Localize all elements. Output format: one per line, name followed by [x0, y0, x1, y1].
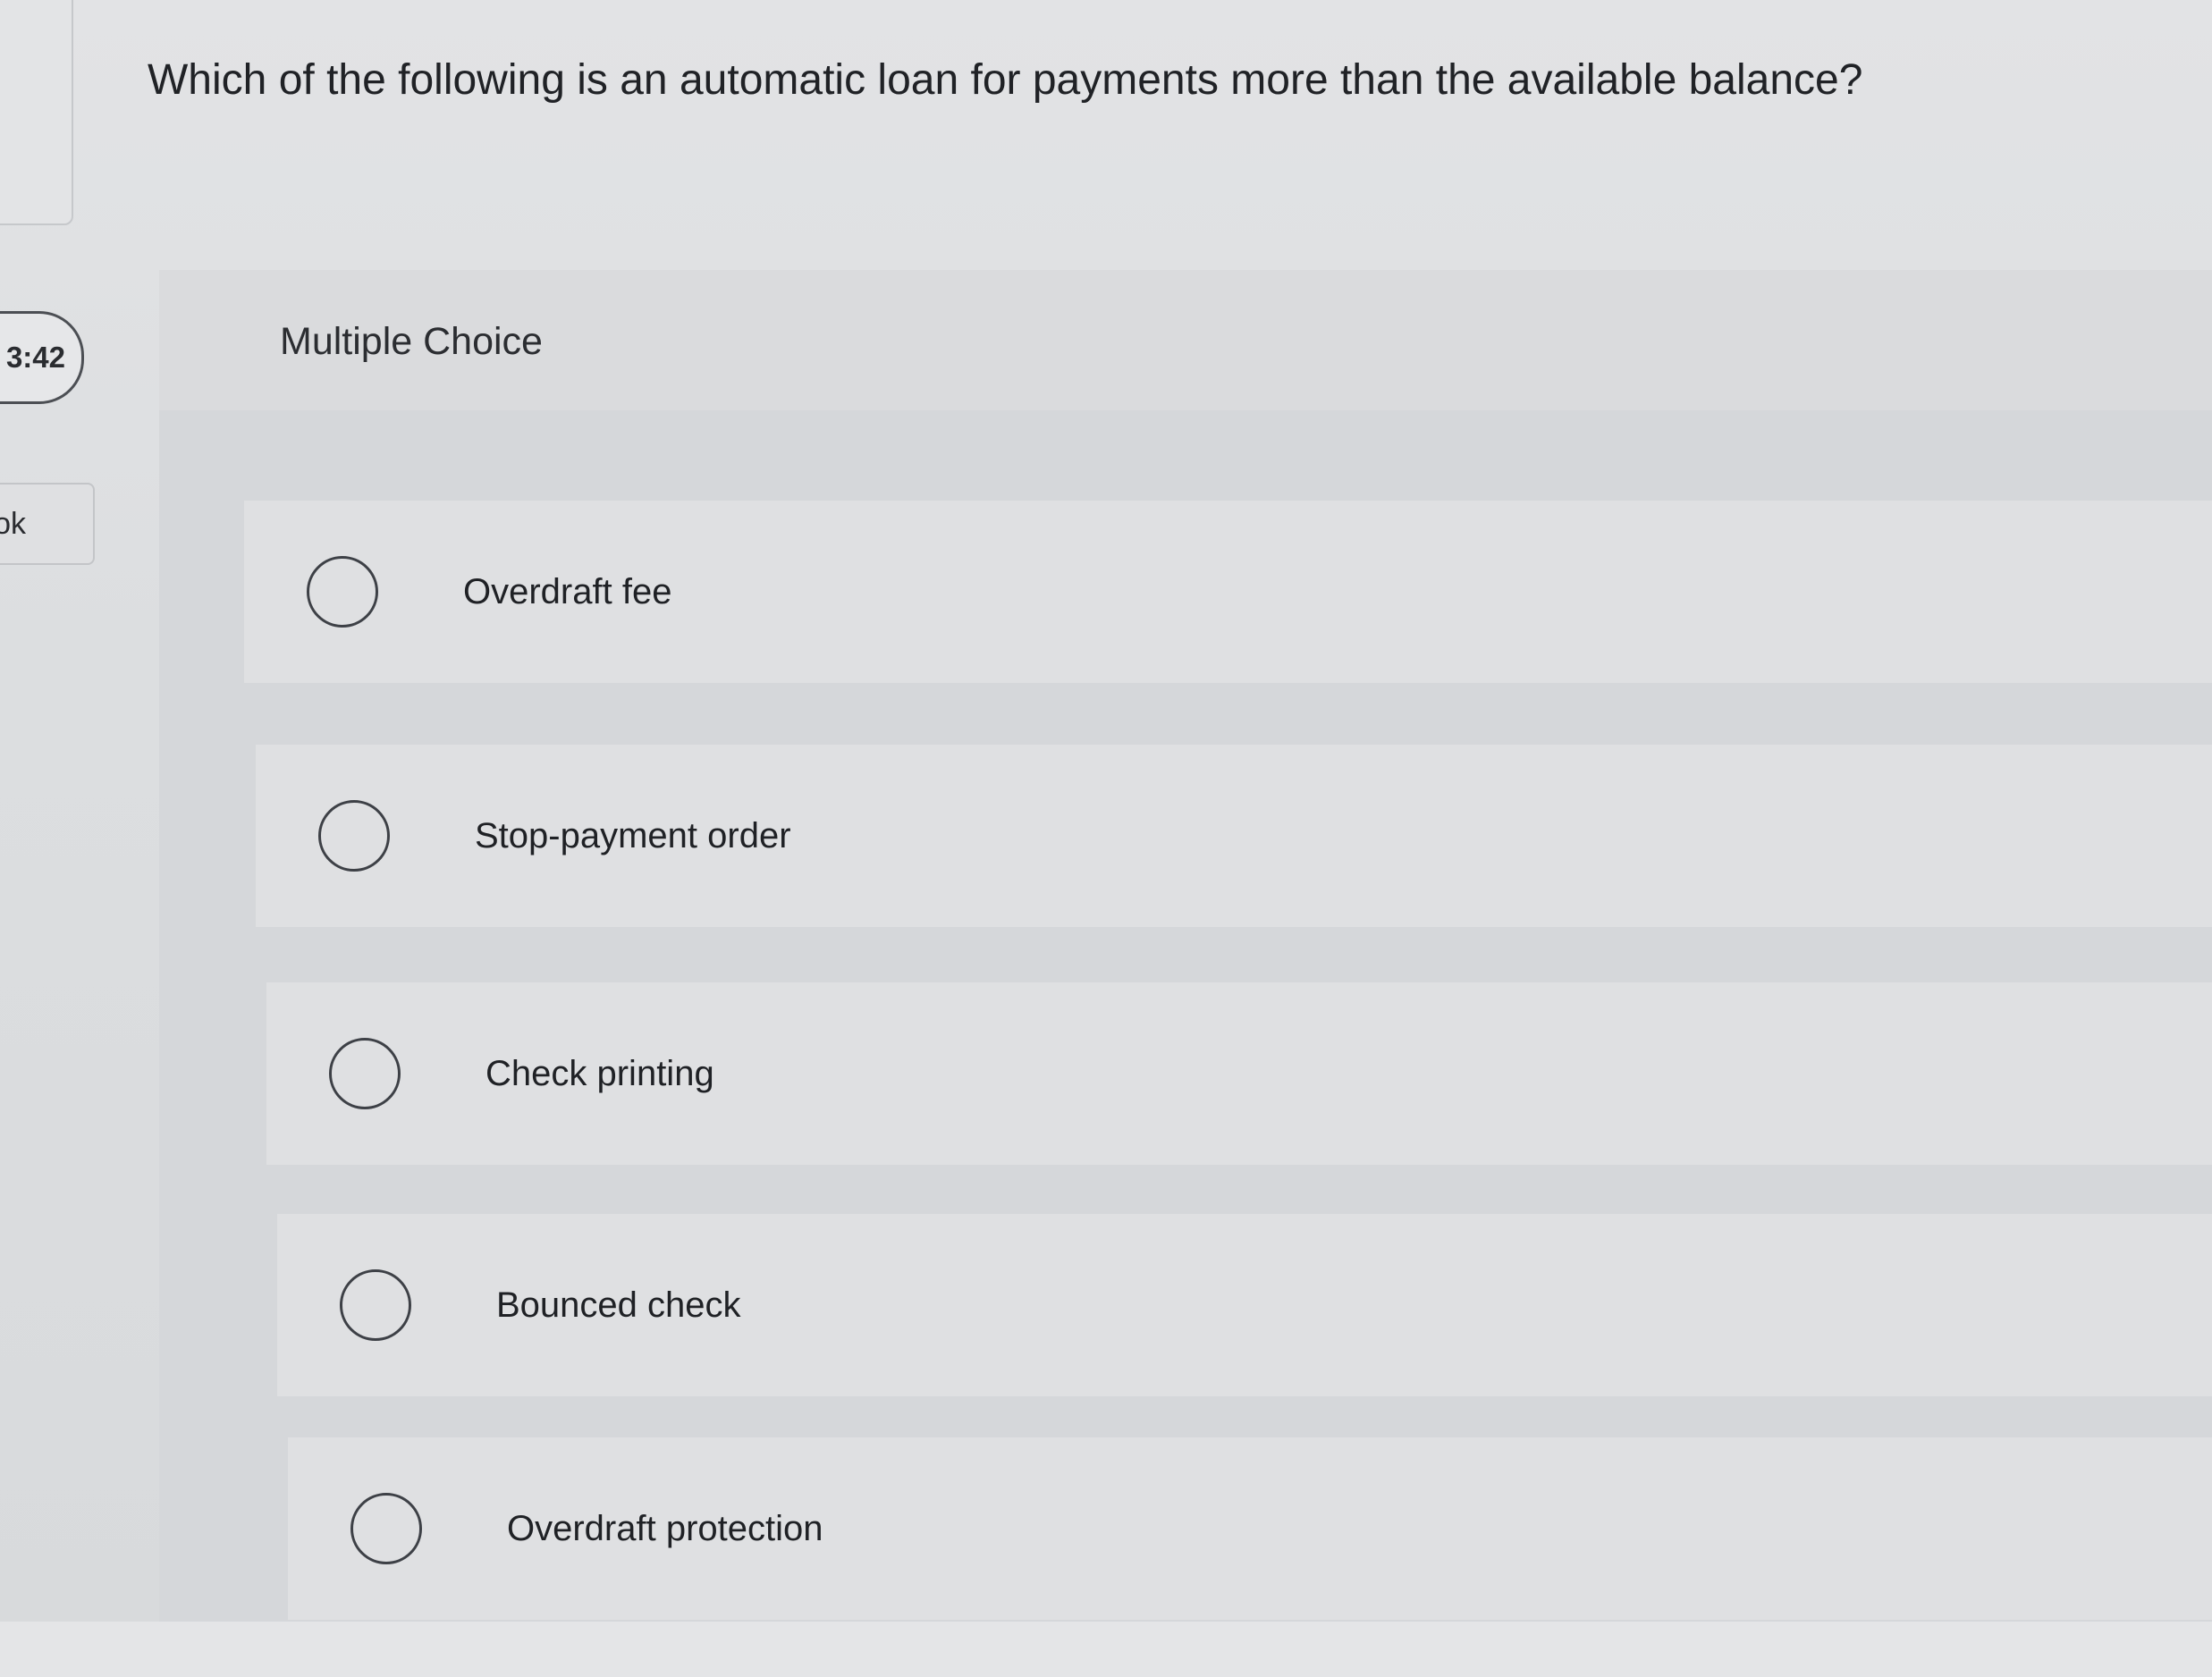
ebook-button[interactable]: ok	[0, 483, 95, 565]
radio-button[interactable]	[329, 1038, 401, 1109]
radio-button[interactable]	[350, 1493, 422, 1564]
answer-option-label: Check printing	[485, 1053, 714, 1093]
answer-option-label: Bounced check	[496, 1285, 741, 1325]
answer-option-label: Overdraft fee	[463, 571, 672, 611]
answer-option[interactable]: Bounced check	[277, 1214, 2212, 1396]
answer-option[interactable]: Stop-payment order	[256, 745, 2212, 927]
answer-option[interactable]: Overdraft protection	[288, 1437, 2212, 1620]
timer-text: 3:42	[5, 341, 65, 374]
timer-pill[interactable]: 3:42	[0, 311, 84, 404]
radio-button[interactable]	[340, 1269, 411, 1341]
footer-band	[0, 1622, 2212, 1677]
answer-option-label: Stop-payment order	[475, 815, 791, 855]
answer-option-label: Overdraft protection	[507, 1508, 823, 1548]
answer-card: Multiple Choice Overdraft fee Stop-payme…	[159, 270, 2212, 1622]
sidebar-panel	[0, 0, 73, 225]
question-type-label: Multiple Choice	[280, 320, 543, 363]
radio-button[interactable]	[318, 800, 390, 872]
ebook-button-label: ok	[0, 506, 26, 541]
card-header: Multiple Choice	[159, 270, 2212, 410]
answer-option[interactable]: Check printing	[266, 982, 2212, 1165]
question-text: Which of the following is an automatic l…	[148, 56, 1863, 104]
answer-option[interactable]: Overdraft fee	[244, 501, 2212, 683]
radio-button[interactable]	[307, 556, 378, 628]
